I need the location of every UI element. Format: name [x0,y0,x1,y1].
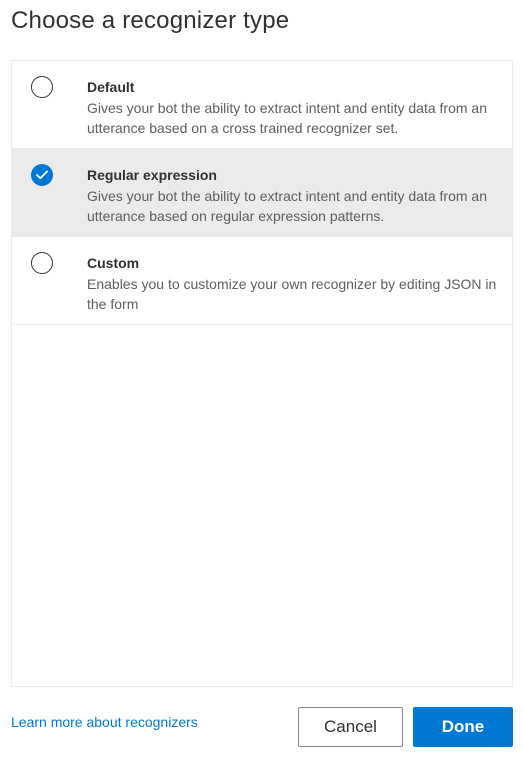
dialog-title: Choose a recognizer type [11,7,290,34]
cancel-button[interactable]: Cancel [298,707,403,747]
option-regular-expression[interactable]: Regular expression Gives your bot the ab… [12,149,512,237]
radio-default[interactable] [31,76,53,98]
option-default-description: Gives your bot the ability to extract in… [87,100,487,136]
option-custom-title: Custom [87,255,140,271]
option-custom-description: Enables you to customize your own recogn… [87,276,497,312]
radio-custom[interactable] [31,252,53,274]
option-regular-expression-title: Regular expression [87,167,217,183]
done-button[interactable]: Done [413,707,513,747]
option-regular-expression-description: Gives your bot the ability to extract in… [87,188,487,224]
option-default-title: Default [87,79,135,95]
option-default[interactable]: Default Gives your bot the ability to ex… [12,61,512,149]
learn-more-link[interactable]: Learn more about recognizers [11,712,198,732]
checkmark-icon [36,170,48,180]
radio-regular-expression[interactable] [31,164,53,186]
option-custom[interactable]: Custom Enables you to customize your own… [12,237,512,325]
recognizer-type-dialog: Choose a recognizer type Default Gives y… [0,0,524,758]
recognizer-options-list: Default Gives your bot the ability to ex… [11,60,513,687]
